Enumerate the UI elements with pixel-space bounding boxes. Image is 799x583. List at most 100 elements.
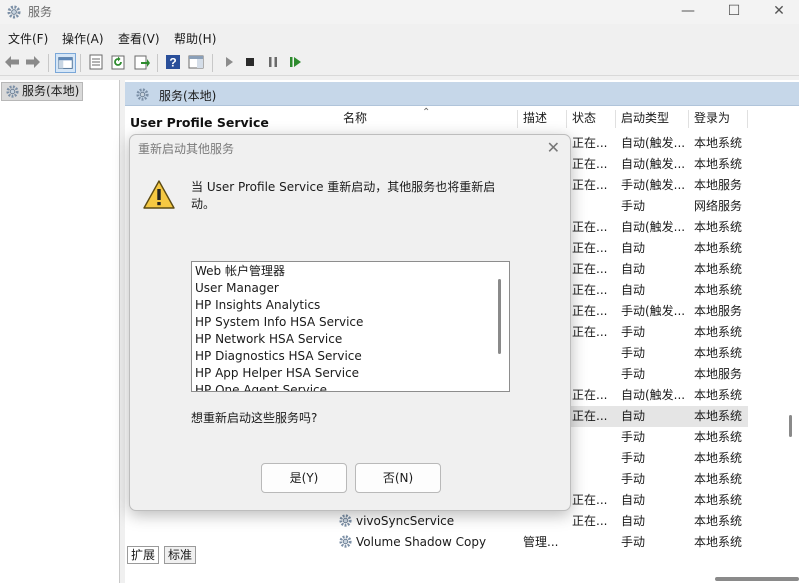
menu-help[interactable]: 帮助(H) (174, 30, 216, 47)
help-icon[interactable]: ? (164, 53, 182, 71)
services-gear-icon (7, 5, 21, 19)
cell-status: 正在... (572, 409, 608, 423)
cell-startup-type: 自动(触发... (621, 388, 686, 402)
column-header-status[interactable]: 状态 (572, 106, 596, 130)
services-gear-icon (6, 85, 19, 98)
cell-startup-type: 自动 (621, 283, 646, 297)
minimize-button[interactable]: — (665, 0, 711, 24)
list-item: HP System Info HSA Service (195, 315, 364, 329)
menu-action[interactable]: 操作(A) (62, 30, 104, 47)
list-item: HP App Helper HSA Service (195, 366, 360, 380)
cell-logon-as: 本地系统 (694, 514, 743, 528)
cell-startup-type: 手动(触发... (621, 304, 686, 318)
cell-status: 正在... (572, 262, 608, 276)
cell-logon-as: 本地系统 (694, 388, 743, 402)
console-tree-icon[interactable] (55, 53, 76, 73)
cell-logon-as: 本地系统 (694, 241, 743, 255)
stop-service-icon[interactable] (241, 53, 259, 71)
cell-logon-as: 本地系统 (694, 283, 743, 297)
cell-logon-as: 本地系统 (694, 136, 743, 150)
table-row[interactable]: vivoSyncService 正在... 自动 本地系统 (330, 511, 748, 532)
cell-logon-as: 本地系统 (694, 220, 743, 234)
properties-icon[interactable] (87, 53, 105, 71)
start-service-icon[interactable] (220, 53, 238, 71)
scrollbar-thumb[interactable] (789, 415, 792, 437)
cell-logon-as: 本地系统 (694, 493, 743, 507)
pane-header-title: 服务(本地) (159, 89, 217, 103)
cell-status: 正在... (572, 514, 608, 528)
close-button[interactable]: ✕ (756, 0, 799, 24)
list-item: User Manager (195, 281, 279, 295)
cell-startup-type: 自动 (621, 514, 646, 528)
tree-item-services-local[interactable]: 服务(本地) (1, 82, 84, 101)
horizontal-scrollbar[interactable] (715, 577, 799, 581)
dialog-message: 当 User Profile Service 重新启动，其他服务也将重新启动。 (191, 180, 496, 211)
cell-startup-type: 手动 (621, 430, 646, 444)
cell-startup-type: 自动(触发... (621, 157, 686, 171)
menu-file[interactable]: 文件(F) (8, 30, 48, 47)
cell-logon-as: 本地服务 (694, 304, 743, 318)
cell-startup-type: 自动 (621, 493, 646, 507)
list-item: HP One Agent Service (195, 383, 328, 392)
list-scrollbar-thumb[interactable] (498, 279, 501, 354)
cell-startup-type: 自动(触发... (621, 136, 686, 150)
dependent-services-list[interactable]: Web 帐户管理器 User Manager HP Insights Analy… (191, 261, 510, 392)
cell-logon-as: 本地系统 (694, 451, 743, 465)
column-header-startup-type[interactable]: 启动类型 (621, 106, 669, 130)
cell-logon-as: 本地服务 (694, 367, 743, 381)
export-list-icon[interactable] (133, 53, 151, 71)
cell-logon-as: 本地系统 (694, 325, 743, 339)
cell-logon-as: 本地系统 (694, 409, 743, 423)
vertical-scrollbar[interactable] (784, 110, 798, 565)
back-arrow-icon[interactable] (3, 53, 21, 71)
cell-name: vivoSyncService (338, 511, 508, 532)
cell-status: 正在... (572, 388, 608, 402)
console-tree: 服务(本地) (0, 80, 120, 583)
cell-startup-type: 手动 (621, 199, 646, 213)
restart-other-services-dialog: 重新启动其他服务 ✕ 当 User Profile Service 重新启动，其… (129, 134, 571, 511)
list-item: HP Diagnostics HSA Service (195, 349, 362, 363)
cell-logon-as: 本地系统 (694, 262, 743, 276)
cell-status: 正在... (572, 325, 608, 339)
refresh-icon[interactable] (110, 53, 128, 71)
cell-status: 正在... (572, 283, 608, 297)
warning-icon (143, 180, 175, 209)
maximize-button[interactable]: ☐ (711, 0, 757, 24)
tab-standard[interactable]: 标准 (164, 546, 197, 564)
cell-logon-as: 本地系统 (694, 430, 743, 444)
cell-logon-as: 本地系统 (694, 472, 743, 486)
list-item: HP Insights Analytics (195, 298, 321, 312)
yes-button[interactable]: 是(Y) (261, 463, 347, 493)
cell-startup-type: 自动 (621, 409, 646, 423)
toolbar: ? (0, 50, 799, 76)
dialog-title: 重新启动其他服务 (138, 142, 235, 156)
dialog-close-button[interactable]: ✕ (547, 138, 560, 157)
cell-startup-type: 手动 (621, 451, 646, 465)
view-tabs: 扩展 标准 (125, 545, 799, 565)
column-header-name[interactable]: 名称 (343, 106, 367, 130)
cell-status: 正在... (572, 493, 608, 507)
tab-extended[interactable]: 扩展 (127, 546, 160, 564)
cell-status: 正在... (572, 178, 608, 192)
cell-status: 正在... (572, 304, 608, 318)
title-bar: 服务 — ☐ ✕ (0, 0, 799, 24)
forward-arrow-icon[interactable] (24, 53, 42, 71)
cell-logon-as: 本地服务 (694, 178, 743, 192)
restart-service-icon[interactable] (287, 53, 305, 71)
cell-startup-type: 自动 (621, 241, 646, 255)
cell-status: 正在... (572, 241, 608, 255)
cell-startup-type: 自动 (621, 262, 646, 276)
column-header-logon-as[interactable]: 登录为 (694, 106, 730, 130)
cell-startup-type: 手动 (621, 472, 646, 486)
pane-header: 服务(本地) (125, 82, 799, 106)
cell-status: 正在... (572, 220, 608, 234)
cell-logon-as: 本地系统 (694, 346, 743, 360)
show-pane-icon[interactable] (187, 53, 205, 71)
column-header-description[interactable]: 描述 (523, 106, 547, 130)
service-gear-icon (339, 514, 352, 527)
list-item: Web 帐户管理器 (195, 264, 285, 278)
pause-service-icon[interactable] (264, 53, 282, 71)
cell-status: 正在... (572, 136, 608, 150)
no-button[interactable]: 否(N) (355, 463, 441, 493)
menu-view[interactable]: 查看(V) (118, 30, 160, 47)
